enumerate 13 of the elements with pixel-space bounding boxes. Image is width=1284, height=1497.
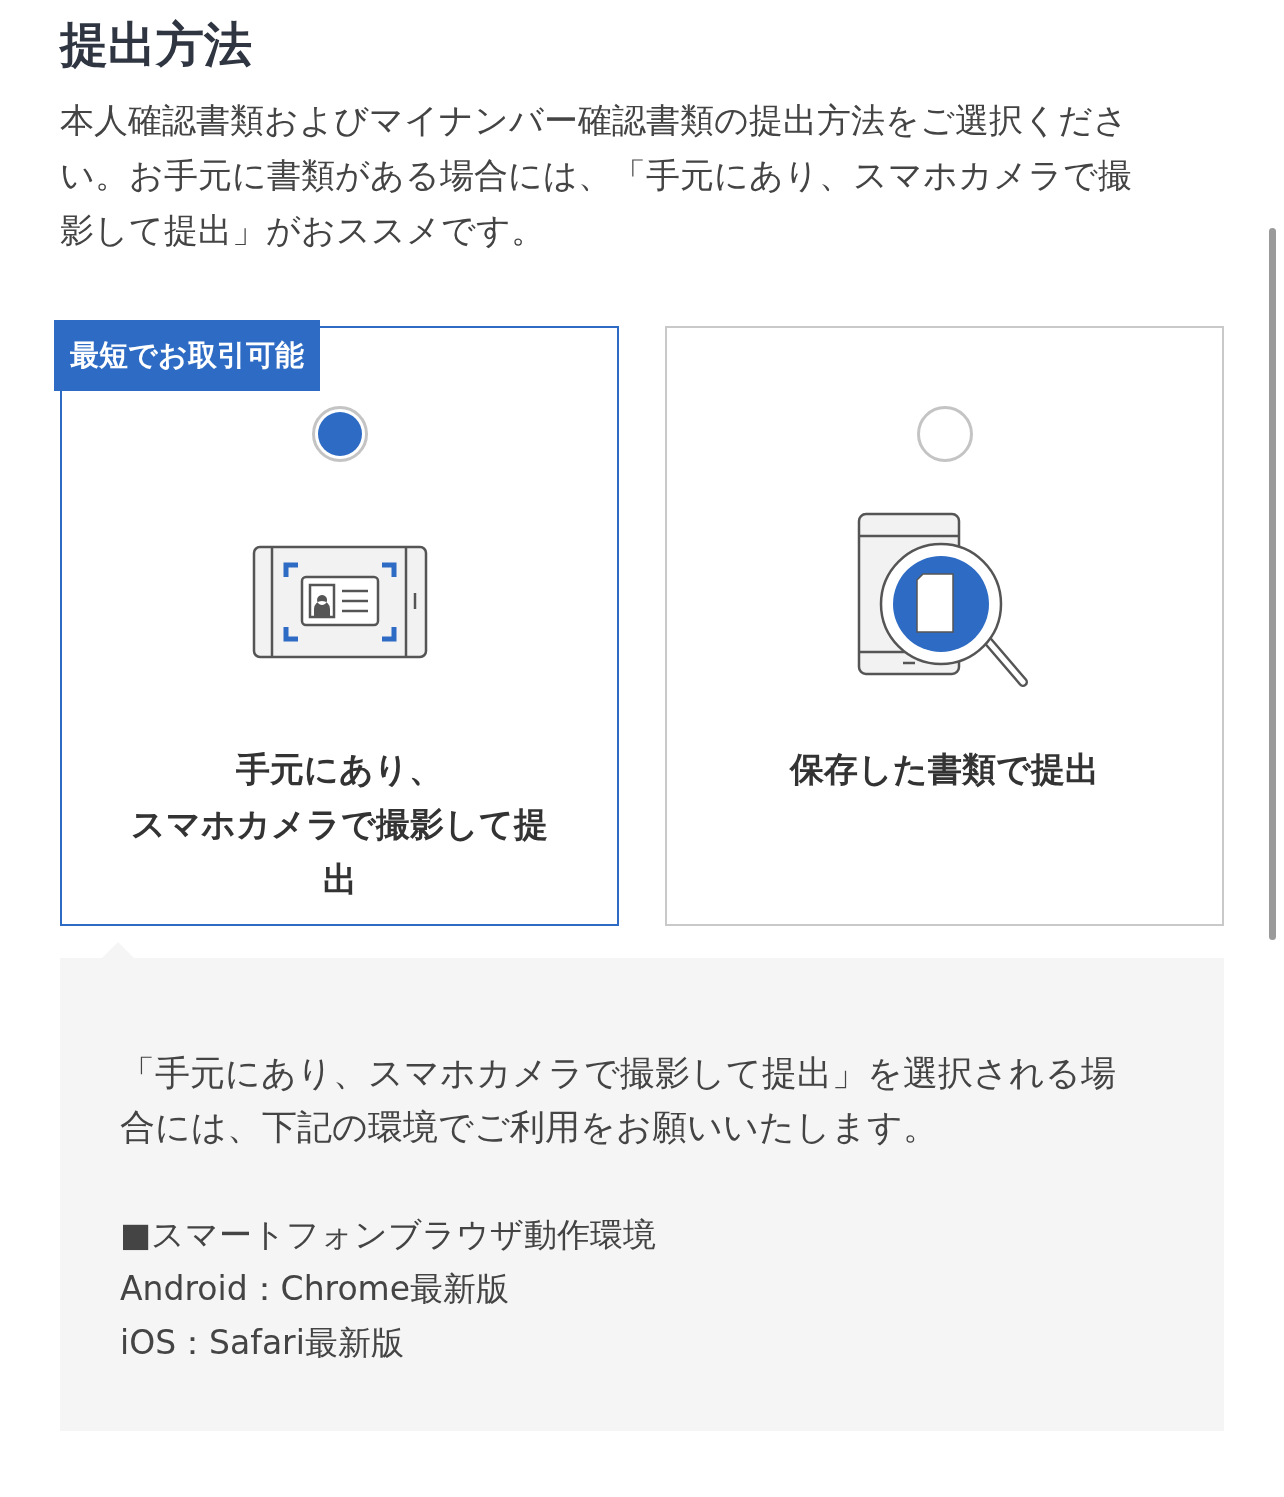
environment-text: iOS：Safari最新版 <box>120 1321 405 1364</box>
option-label: 保存した書類で提出 <box>790 747 1099 791</box>
recommend-badge: 最短でお取引可能 <box>54 319 320 391</box>
option-label: 手元にあり、 <box>236 747 443 791</box>
option-card[interactable]: 保存した書類で提出 <box>665 325 1224 926</box>
info-message: 「手元にあり、スマホカメラで撮影して提出」を選択される場合には、下記の環境でご利用をお願いいたします。 <box>120 1051 1117 1149</box>
phone-scanning-id-card-icon <box>251 544 428 659</box>
option-label: スマホカメラで撮影して提出 <box>130 802 549 901</box>
environment-text: ■スマートフォンブラウザ動作環境 <box>120 1213 658 1256</box>
page-heading: 提出方法 <box>60 18 253 71</box>
environment-text: Android：Chrome最新版 <box>120 1267 511 1310</box>
scrollbar[interactable] <box>1269 228 1276 940</box>
intro-text: 本人確認書類およびマイナンバー確認書類の提出方法をご選択ください。お手元に書類がある場合には、「手元にあり、スマホカメラで撮影して提出」がおススメです。 <box>60 98 1133 252</box>
